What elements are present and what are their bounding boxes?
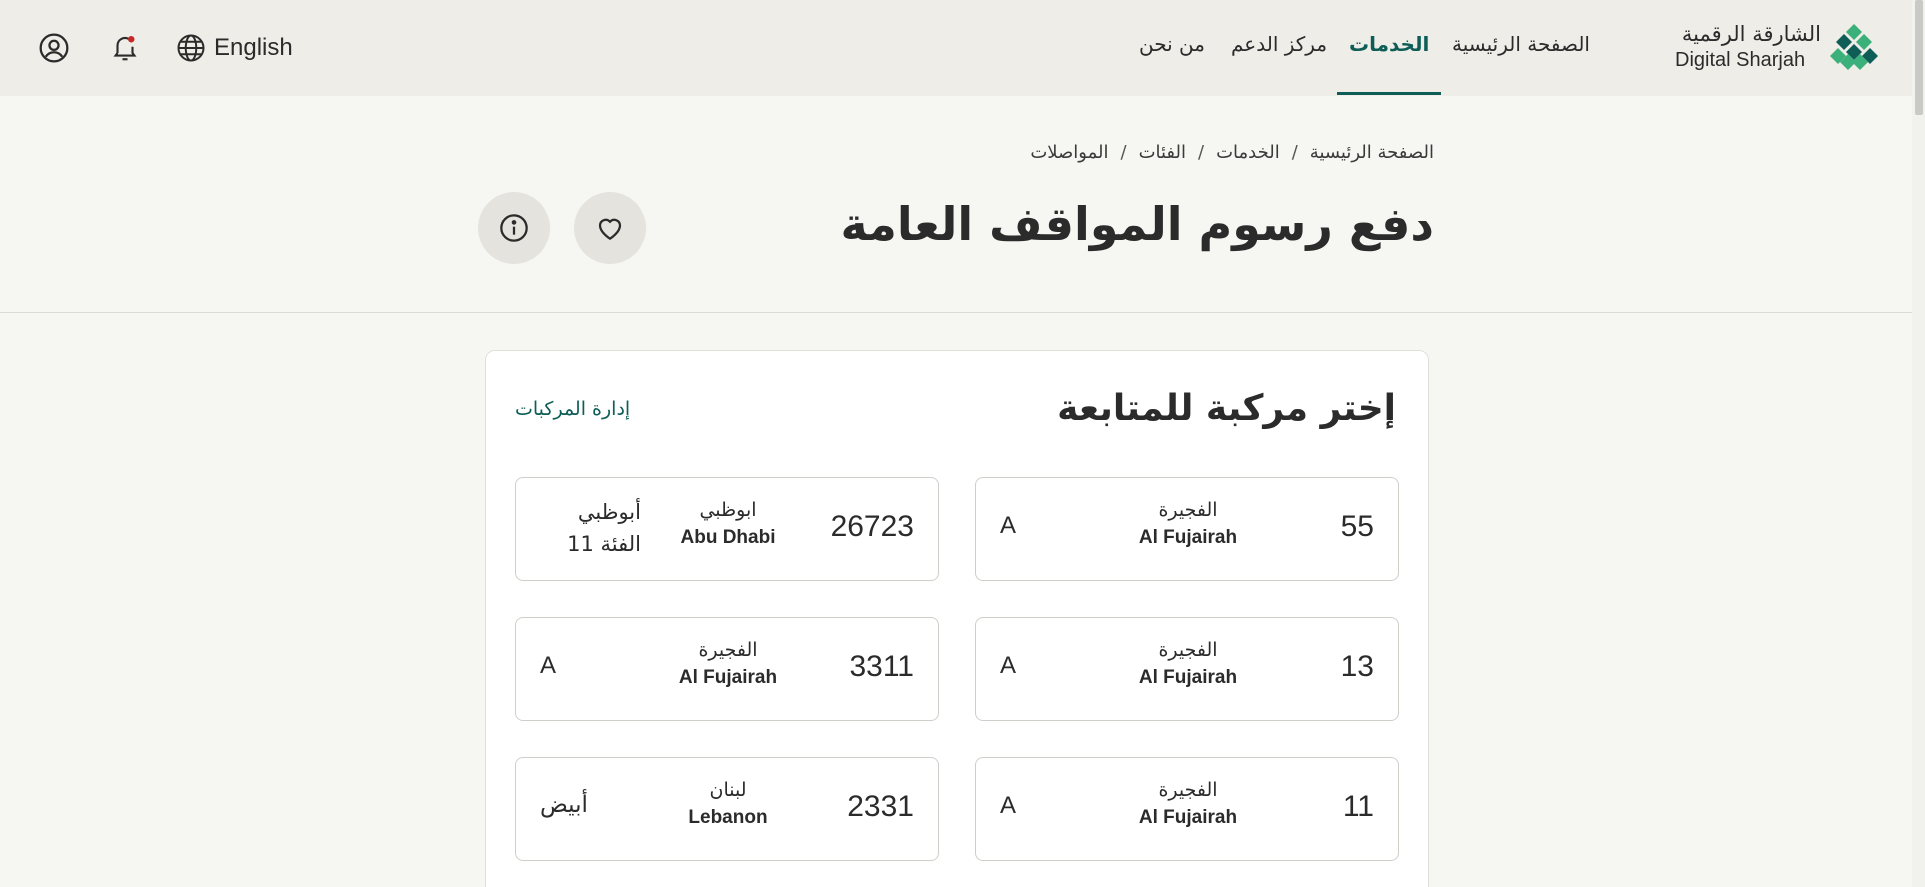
plate-emirate-arabic: الفجيرة: [698, 639, 758, 661]
logo-arabic: الشارقة الرقمية: [1681, 22, 1821, 46]
vehicle-card[interactable]: 26723 ابوظبي Abu Dhabi أبوظبي الفئة 11: [515, 477, 939, 581]
page-scrollbar-thumb[interactable]: [1915, 0, 1923, 115]
vehicles-section-title: إختر مركبة للمتابعة: [1057, 388, 1396, 429]
bell-icon: [113, 36, 137, 61]
breadcrumb-services[interactable]: الخدمات: [1216, 142, 1280, 163]
plate-number: 11: [1342, 790, 1374, 823]
plate-code-line-1: أبوظبي: [577, 500, 641, 524]
info-button[interactable]: [478, 192, 550, 264]
plate-emirate-arabic: الفجيرة: [1158, 639, 1218, 661]
nav-home[interactable]: الصفحة الرئيسية: [1452, 32, 1590, 56]
plate-emirate: الفجيرة Al Fujairah: [1106, 636, 1270, 692]
profile-button[interactable]: [36, 30, 72, 66]
breadcrumb-categories[interactable]: الفئات: [1139, 142, 1186, 163]
plate-emirate-english: Al Fujairah: [678, 667, 778, 688]
plate-emirate: الفجيرة Al Fujairah: [1106, 496, 1270, 552]
nav-about-us[interactable]: من نحن: [1139, 32, 1205, 56]
info-icon: [500, 214, 528, 242]
plate-emirate: الفجيرة Al Fujairah: [646, 636, 810, 692]
heart-icon: [598, 218, 622, 240]
plate-number: 3311: [849, 650, 914, 683]
plate-code-line-2: الفئة 11: [567, 532, 641, 556]
plate-emirate-arabic: الفجيرة: [1158, 779, 1218, 801]
plate-emirate-english: Al Fujairah: [1138, 667, 1238, 688]
vehicle-card[interactable]: 55 الفجيرة Al Fujairah A: [975, 477, 1399, 581]
digital-sharjah-logo-mark: [1830, 24, 1878, 70]
language-label: English: [214, 34, 293, 61]
breadcrumb-separator: /: [1198, 142, 1205, 163]
plate-number: 2331: [847, 790, 914, 823]
page-title: دفع رسوم المواقف العامة: [840, 197, 1434, 251]
vehicle-card[interactable]: 11 الفجيرة Al Fujairah A: [975, 757, 1399, 861]
plate-emirate: لبنان Lebanon: [646, 776, 810, 832]
nav-support-center[interactable]: مركز الدعم: [1231, 32, 1327, 56]
plate-code: أبيض: [540, 792, 588, 818]
breadcrumb: الصفحة الرئيسية / الخدمات / الفئات / المواصلات: [1030, 142, 1434, 163]
vehicle-card[interactable]: 13 الفجيرة Al Fujairah A: [975, 617, 1399, 721]
plate-code: أبوظبي الفئة 11: [546, 496, 641, 560]
breadcrumb-separator: /: [1291, 142, 1298, 163]
plate-number: 13: [1340, 650, 1374, 683]
plate-number: 55: [1340, 510, 1374, 543]
logo-english: Digital Sharjah: [1675, 49, 1806, 71]
plate-code: A: [1000, 652, 1017, 679]
plate-emirate-arabic: الفجيرة: [1158, 499, 1218, 521]
plate-code: A: [540, 652, 557, 679]
plate-emirate-arabic: لبنان: [709, 779, 747, 801]
section-divider: [0, 312, 1912, 313]
page-scrollbar[interactable]: [1912, 0, 1925, 887]
plate-code: A: [1000, 792, 1017, 819]
vehicle-card[interactable]: 2331 لبنان Lebanon أبيض: [515, 757, 939, 861]
manage-vehicles-link[interactable]: إدارة المركبات: [515, 398, 630, 420]
globe-icon: [177, 34, 205, 62]
breadcrumb-home[interactable]: الصفحة الرئيسية: [1310, 142, 1434, 163]
plate-emirate-arabic: ابوظبي: [699, 499, 757, 521]
notifications-button[interactable]: [107, 30, 143, 66]
plate-emirate: الفجيرة Al Fujairah: [1106, 776, 1270, 832]
vehicle-card[interactable]: 3311 الفجيرة Al Fujairah A: [515, 617, 939, 721]
user-circle-icon: [39, 33, 69, 63]
plate-number: 26723: [830, 510, 914, 543]
logo[interactable]: الشارقة الرقمية Digital Sharjah: [1675, 20, 1821, 72]
active-nav-indicator: [1337, 92, 1441, 95]
breadcrumb-separator: /: [1120, 142, 1127, 163]
language-switcher[interactable]: English: [176, 30, 293, 66]
plate-emirate-english: Abu Dhabi: [680, 527, 776, 548]
plate-emirate-english: Al Fujairah: [1138, 807, 1238, 828]
plate-code: A: [1000, 512, 1017, 539]
nav-services[interactable]: الخدمات: [1349, 32, 1429, 56]
plate-emirate: ابوظبي Abu Dhabi: [646, 496, 810, 552]
plate-emirate-english: Lebanon: [688, 807, 768, 828]
favorite-button[interactable]: [574, 192, 646, 264]
plate-emirate-english: Al Fujairah: [1138, 527, 1238, 548]
breadcrumb-transportation[interactable]: المواصلات: [1030, 142, 1108, 163]
